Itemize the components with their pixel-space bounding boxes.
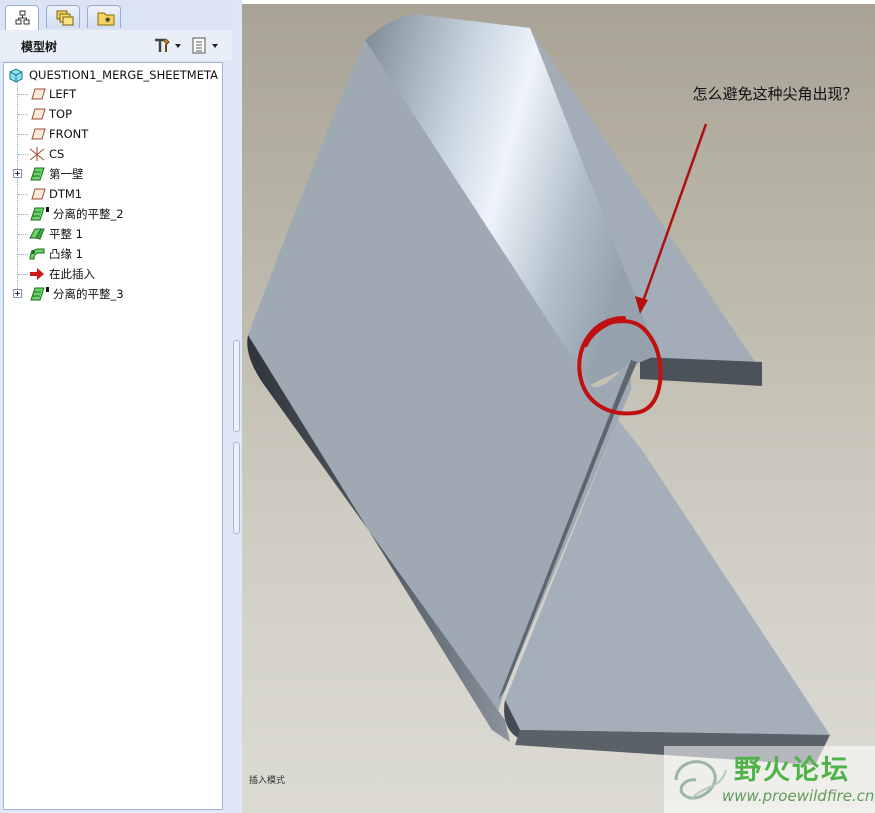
tree-connector [18,154,28,155]
watermark-title: 野火论坛 [734,755,850,786]
tree-item-label: FRONT [49,127,89,141]
tree-settings-button[interactable] [152,36,184,56]
sheetmetal-wall-icon [30,207,49,221]
tree-item-flat-1[interactable]: 平整 1 [28,224,83,244]
tree-item-label: 第一壁 [49,167,84,181]
flange-wall-icon [29,248,45,260]
expand-toggle[interactable] [13,289,22,298]
tree-connector [18,274,28,275]
splitter-handle-top[interactable] [233,340,240,432]
tab-layers[interactable] [46,5,80,28]
tree-connector [18,214,28,215]
expand-toggle[interactable] [13,169,22,178]
tree-item-label: CS [49,147,65,161]
tree-item-label: DTM1 [49,187,83,201]
sheetmetal-model [247,14,830,765]
coordinate-system-icon [29,147,45,161]
tree-item-first-wall[interactable]: 第一壁 [28,164,84,184]
tree-root-item[interactable]: QUESTION1_MERGE_SHEETMETA [8,65,218,85]
datum-plane-icon [31,188,46,200]
tree-connector [18,134,28,135]
tree-item-label: 分离的平整_2 [53,207,124,221]
tree-columns-icon [192,37,218,54]
tree-settings-icon [155,38,181,52]
tree-connector [18,114,28,115]
panel-splitter[interactable] [232,0,242,813]
svg-text:✷: ✷ [104,16,112,26]
tree-item-label: 在此插入 [49,267,95,281]
tree-item-label: 凸缘 1 [49,247,83,261]
tree-item-insert-here[interactable]: 在此插入 [28,264,95,284]
tree-item-front[interactable]: FRONT [28,124,88,144]
watermark-url: www.proewildfire.cn [722,787,875,805]
layers-icon [56,10,74,26]
folder-star-icon: ✷ [97,12,115,26]
sheetmetal-wall-icon [30,167,45,181]
graphics-viewport[interactable] [242,4,875,813]
tree-root-label: QUESTION1_MERGE_SHEETMETA [29,68,218,82]
tree-connector [18,194,28,195]
tab-favorites[interactable]: ✷ [87,5,121,28]
tree-item-label: TOP [49,107,73,121]
tree-item-flange-1[interactable]: 凸缘 1 [28,244,83,264]
tree-item-top[interactable]: TOP [28,104,72,124]
splitter-handle-bottom[interactable] [233,442,240,534]
tree-connector [18,94,28,95]
flat-wall-icon [29,228,45,240]
tree-item-label: 平整 1 [49,227,83,241]
annotation-text: 怎么避免这种尖角出现？ [692,85,858,103]
datum-plane-icon [31,108,46,120]
part-icon [9,68,23,83]
panel-tabs: ✷ [0,0,232,30]
datum-plane-icon [31,88,46,100]
model-tree: QUESTION1_MERGE_SHEETMETA LEFT TOP FRONT… [3,62,223,810]
tree-title: 模型树 [21,40,58,54]
datum-plane-icon [31,128,46,140]
tree-connector [18,254,28,255]
mode-status-text: 插入模式 [249,776,286,786]
tree-item-dtm1[interactable]: DTM1 [28,184,82,204]
model-tree-icon [15,10,30,25]
tab-model-tree[interactable] [5,5,39,30]
sheetmetal-wall-icon [30,287,49,301]
insert-here-arrow-icon [30,268,44,280]
tree-item-label: LEFT [49,87,77,101]
tree-connector [18,234,28,235]
tree-item-cs[interactable]: CS [28,144,64,164]
tree-item-unattached-flat-2[interactable]: 分离的平整_2 [28,204,124,224]
tree-item-label: 分离的平整_3 [53,287,124,301]
tree-item-unattached-flat-3[interactable]: 分离的平整_3 [28,284,124,304]
tree-item-left[interactable]: LEFT [28,84,76,104]
tree-columns-button[interactable] [191,36,223,56]
